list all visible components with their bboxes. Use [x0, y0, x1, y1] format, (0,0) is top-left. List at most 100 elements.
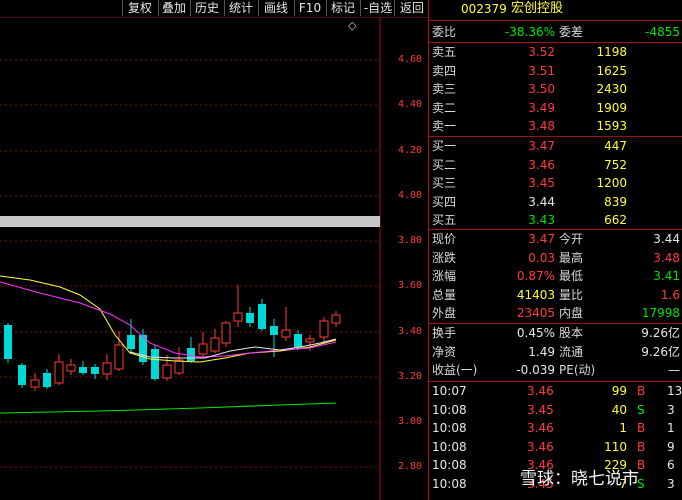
- toolbar-button-7[interactable]: -自选: [360, 0, 395, 16]
- quote-row: 总量 41403 量比 1.6: [429, 286, 682, 304]
- bids-price: 3.43: [528, 213, 555, 228]
- toolbar-button-2[interactable]: 历史: [190, 0, 223, 16]
- stats-value: —: [668, 363, 680, 378]
- bids-volume: 447: [604, 139, 627, 153]
- quote-value: 17998: [641, 306, 680, 321]
- candle-body: [151, 349, 159, 379]
- candle-body: [127, 335, 135, 349]
- candle-body: [91, 367, 99, 374]
- stats-value: 0.45%: [516, 326, 555, 340]
- quote-row: 现价 3.47 今开 3.44: [429, 230, 682, 248]
- weibi-row: 委比 -38.36% 委差 -4855: [429, 23, 682, 41]
- candle-body: [79, 367, 87, 373]
- stats-value: 9.26亿: [641, 344, 680, 359]
- asks-row[interactable]: 卖三 3.50 2430: [429, 80, 682, 98]
- candle-body: [18, 365, 26, 385]
- asks-row[interactable]: 卖二 3.49 1909: [429, 99, 682, 117]
- quote-label: 量比: [559, 287, 584, 302]
- tick-volume: 1: [619, 421, 627, 436]
- asks-volume: 1593: [596, 119, 627, 134]
- price-axis-label: 3.60: [398, 280, 423, 291]
- toolbar-button-4[interactable]: 画线: [258, 0, 293, 16]
- asks-volume: 1198: [596, 45, 627, 59]
- candle-body: [4, 325, 12, 359]
- weicha-value: -4855: [645, 25, 680, 39]
- quote-label: 涨跌: [432, 250, 457, 265]
- bids-label: 买四: [432, 194, 457, 209]
- ma60-line: [0, 402, 337, 414]
- tick-row[interactable]: 10:08 3.45 40 S 3: [429, 401, 682, 419]
- quote-label: 最高: [559, 250, 584, 265]
- stats-label: 股本: [559, 326, 584, 340]
- bids-row[interactable]: 买四 3.44 839: [429, 193, 682, 211]
- bids-volume: 839: [604, 194, 627, 209]
- weicha-label: 委差: [559, 25, 584, 39]
- stats-row: 净资 1.49 流通 9.26亿: [429, 343, 682, 361]
- asks-price: 3.48: [528, 119, 555, 134]
- tick-price: 3.46: [527, 384, 554, 398]
- tick-time: 10:07: [432, 384, 467, 398]
- bids-price: 3.47: [528, 139, 555, 153]
- stats-row: 换手 0.45% 股本 9.26亿: [429, 324, 682, 342]
- bids-row[interactable]: 买五 3.43 662: [429, 211, 682, 229]
- quote-panel: 002379 宏创控股 委比 -38.36% 委差 -4855 卖五 3.52 11…: [428, 0, 682, 500]
- asks-row[interactable]: 卖一 3.48 1593: [429, 117, 682, 135]
- candle-body: [294, 334, 302, 347]
- bids-row[interactable]: 买二 3.46 752: [429, 156, 682, 174]
- asks-label: 卖五: [432, 45, 457, 59]
- tick-count: 3: [667, 477, 675, 491]
- quote-row: 涨幅 0.87% 最低 3.41: [429, 267, 682, 285]
- candle-body: [221, 322, 231, 344]
- stats-value: -0.039: [516, 363, 555, 378]
- quote-label: 现价: [432, 232, 457, 246]
- asks-label: 卖二: [432, 100, 457, 115]
- tick-side: S: [637, 402, 645, 417]
- tick-price: 3.46: [527, 421, 554, 436]
- bids-price: 3.44: [528, 194, 555, 209]
- kline-svg: [0, 17, 428, 500]
- toolbar-button-0[interactable]: 复权: [122, 0, 157, 16]
- price-axis-label: 4.20: [398, 145, 423, 156]
- tick-row[interactable]: 10:08 3.46 1 B 1: [429, 419, 682, 437]
- kline-chart[interactable]: [0, 17, 428, 500]
- stats-label: PE(动): [559, 363, 596, 378]
- stats-value: 1.49: [528, 344, 555, 359]
- quote-value: 3.48: [653, 250, 680, 265]
- bids-row[interactable]: 买三 3.45 1200: [429, 174, 682, 192]
- bids-volume: 752: [604, 157, 627, 172]
- tick-side: B: [637, 439, 646, 454]
- candle-body: [281, 329, 291, 338]
- toolbar-button-5[interactable]: F10: [294, 0, 325, 16]
- candle-body: [198, 343, 208, 355]
- toolbar-button-1[interactable]: 叠加: [158, 0, 189, 16]
- quote-value: 3.44: [653, 232, 680, 246]
- tick-row[interactable]: 10:08 3.46 110 B 9: [429, 438, 682, 456]
- candle-body: [246, 313, 254, 323]
- price-axis-label: 4.40: [398, 99, 423, 110]
- asks-row[interactable]: 卖五 3.52 1198: [429, 43, 682, 61]
- toolbar-button-3[interactable]: 统计: [224, 0, 257, 16]
- bids-row[interactable]: 买一 3.47 447: [429, 137, 682, 155]
- tick-row[interactable]: 10:07 3.46 99 B 13: [429, 382, 682, 400]
- stock-code: 002379: [461, 2, 507, 16]
- candle-body: [54, 361, 64, 384]
- stats-label: 收益(一): [432, 363, 478, 378]
- quote-row: 涨跌 0.03 最高 3.48: [429, 249, 682, 267]
- price-axis-label: 3.00: [398, 416, 423, 427]
- price-axis-label: 4.00: [398, 190, 423, 201]
- tick-price: 3.45: [527, 402, 554, 417]
- tick-time: 10:08: [432, 439, 467, 454]
- tick-volume: 99: [611, 384, 627, 398]
- asks-label: 卖四: [432, 63, 457, 78]
- tick-side: B: [637, 421, 646, 436]
- stock-header: 002379 宏创控股: [429, 0, 682, 18]
- candle-body: [210, 337, 220, 352]
- price-axis-label: 2.80: [398, 461, 423, 472]
- toolbar-button-8[interactable]: 返回: [394, 0, 429, 16]
- quote-value: 3.41: [653, 269, 680, 284]
- asks-row[interactable]: 卖四 3.51 1625: [429, 62, 682, 80]
- selection-band: [0, 216, 380, 227]
- tick-price: 3.46: [527, 439, 554, 454]
- toolbar-button-6[interactable]: 标记: [326, 0, 359, 16]
- tick-volume: 110: [604, 439, 627, 454]
